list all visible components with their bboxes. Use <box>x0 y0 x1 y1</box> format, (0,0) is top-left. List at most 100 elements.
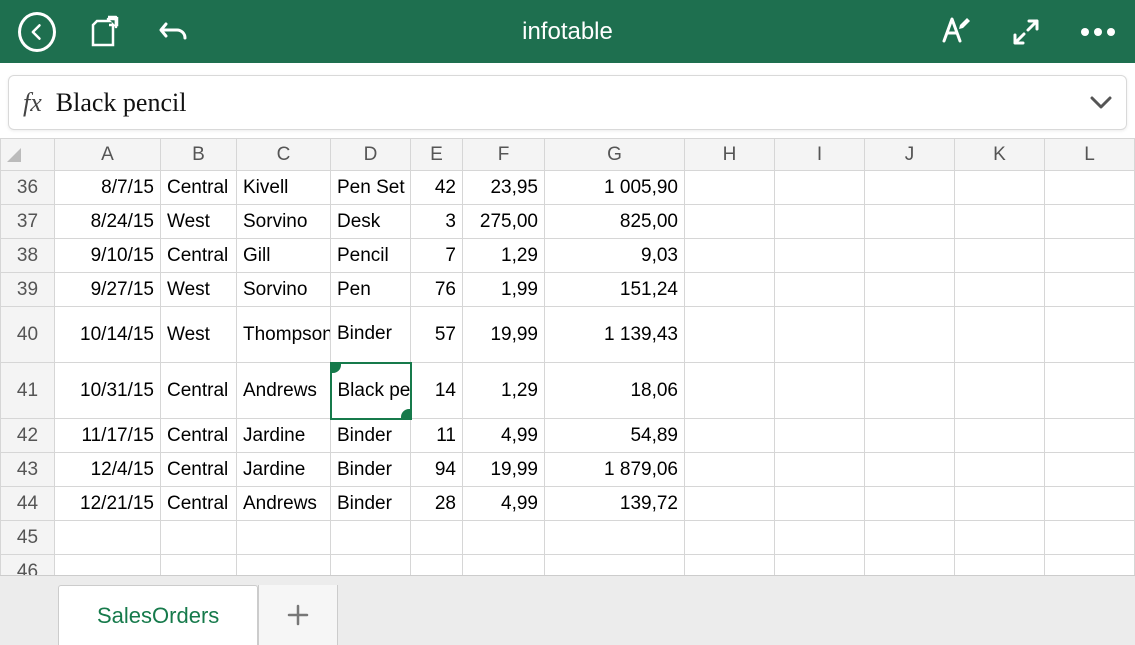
back-button[interactable] <box>18 13 56 51</box>
cell[interactable]: 28 <box>411 487 463 521</box>
cell[interactable] <box>955 521 1045 555</box>
cell[interactable]: 19,99 <box>463 453 545 487</box>
cell[interactable] <box>775 307 865 363</box>
cell[interactable] <box>775 171 865 205</box>
cell[interactable]: Central <box>161 363 237 419</box>
cell[interactable]: 11 <box>411 419 463 453</box>
col-header-e[interactable]: E <box>411 139 463 171</box>
col-header-h[interactable]: H <box>685 139 775 171</box>
cell[interactable]: Kivell <box>237 171 331 205</box>
cell[interactable]: 76 <box>411 273 463 307</box>
cell[interactable]: 8/24/15 <box>55 205 161 239</box>
cell[interactable] <box>865 307 955 363</box>
cell[interactable]: 11/17/15 <box>55 419 161 453</box>
cell[interactable]: 94 <box>411 453 463 487</box>
col-header-b[interactable]: B <box>161 139 237 171</box>
add-sheet-button[interactable] <box>258 585 338 645</box>
cell[interactable] <box>1045 521 1135 555</box>
cell[interactable] <box>411 521 463 555</box>
cell[interactable] <box>955 273 1045 307</box>
cell[interactable] <box>685 307 775 363</box>
cell[interactable]: Central <box>161 487 237 521</box>
spreadsheet-grid[interactable]: A B C D E F G H I J K L 368/7/15CentralK… <box>0 138 1135 589</box>
cell[interactable]: Binder <box>331 453 411 487</box>
cell[interactable] <box>685 419 775 453</box>
cell[interactable] <box>865 363 955 419</box>
cell[interactable] <box>1045 307 1135 363</box>
cell[interactable]: Thompson <box>237 307 331 363</box>
row-header[interactable]: 39 <box>1 273 55 307</box>
cell[interactable]: Jardine <box>237 419 331 453</box>
cell[interactable]: 19,99 <box>463 307 545 363</box>
col-header-i[interactable]: I <box>775 139 865 171</box>
cell[interactable] <box>865 205 955 239</box>
cell[interactable]: 825,00 <box>545 205 685 239</box>
cell[interactable] <box>55 521 161 555</box>
cell[interactable] <box>775 205 865 239</box>
cell[interactable]: Jardine <box>237 453 331 487</box>
cell[interactable]: Gill <box>237 239 331 273</box>
cell[interactable] <box>463 521 545 555</box>
col-header-j[interactable]: J <box>865 139 955 171</box>
cell[interactable] <box>685 205 775 239</box>
row-header[interactable]: 42 <box>1 419 55 453</box>
cell[interactable]: 12/21/15 <box>55 487 161 521</box>
cell[interactable]: Binder <box>331 487 411 521</box>
cell[interactable]: 57 <box>411 307 463 363</box>
cell[interactable]: Desk <box>331 205 411 239</box>
cell[interactable] <box>955 419 1045 453</box>
cell[interactable]: Central <box>161 453 237 487</box>
row-header[interactable]: 45 <box>1 521 55 555</box>
cell[interactable]: 1,99 <box>463 273 545 307</box>
cell[interactable] <box>955 205 1045 239</box>
cell[interactable] <box>865 419 955 453</box>
cell[interactable]: 139,72 <box>545 487 685 521</box>
fullscreen-button[interactable] <box>1007 13 1045 51</box>
cell[interactable]: 18,06 <box>545 363 685 419</box>
cell[interactable]: Central <box>161 171 237 205</box>
cell[interactable]: 9,03 <box>545 239 685 273</box>
cell[interactable]: 10/31/15 <box>55 363 161 419</box>
cell[interactable] <box>775 453 865 487</box>
cell[interactable]: 42 <box>411 171 463 205</box>
cell[interactable] <box>331 521 411 555</box>
cell[interactable]: 4,99 <box>463 487 545 521</box>
col-header-l[interactable]: L <box>1045 139 1135 171</box>
cell[interactable]: West <box>161 205 237 239</box>
cell[interactable] <box>775 419 865 453</box>
more-menu-button[interactable] <box>1079 13 1117 51</box>
cell[interactable]: Pen <box>331 273 411 307</box>
cell[interactable]: Pen Set <box>331 171 411 205</box>
col-header-f[interactable]: F <box>463 139 545 171</box>
cell[interactable]: West <box>161 307 237 363</box>
undo-button[interactable] <box>154 13 192 51</box>
col-header-k[interactable]: K <box>955 139 1045 171</box>
cell[interactable]: 1 005,90 <box>545 171 685 205</box>
cell[interactable] <box>161 521 237 555</box>
cell[interactable] <box>775 487 865 521</box>
cell[interactable]: 14 <box>411 363 463 419</box>
col-header-g[interactable]: G <box>545 139 685 171</box>
cell[interactable]: 1,29 <box>463 239 545 273</box>
cell[interactable]: West <box>161 273 237 307</box>
cell[interactable] <box>1045 239 1135 273</box>
cell[interactable]: Pencil <box>331 239 411 273</box>
cell[interactable] <box>865 453 955 487</box>
cell[interactable] <box>775 363 865 419</box>
cell[interactable] <box>865 239 955 273</box>
cell[interactable]: Binder <box>331 419 411 453</box>
cell[interactable]: Central <box>161 419 237 453</box>
cell[interactable] <box>775 273 865 307</box>
col-header-c[interactable]: C <box>237 139 331 171</box>
cell[interactable]: 1,29 <box>463 363 545 419</box>
cell[interactable] <box>955 307 1045 363</box>
cell[interactable] <box>685 239 775 273</box>
file-share-icon[interactable] <box>86 13 124 51</box>
cell[interactable] <box>685 453 775 487</box>
cell[interactable]: Central <box>161 239 237 273</box>
cell[interactable] <box>685 363 775 419</box>
cell[interactable]: Andrews <box>237 363 331 419</box>
cell[interactable] <box>1045 273 1135 307</box>
cell[interactable] <box>865 521 955 555</box>
cell[interactable]: Sorvino <box>237 273 331 307</box>
